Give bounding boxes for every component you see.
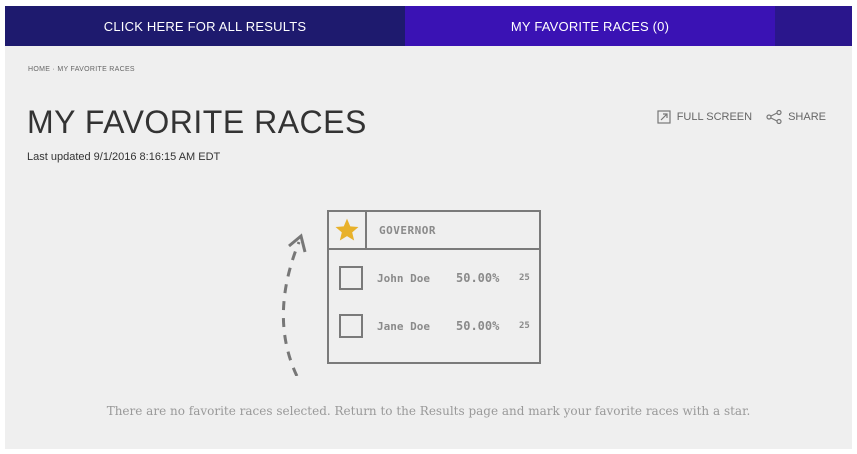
share-icon xyxy=(766,110,782,124)
candidate-row: Jane Doe 50.00% 25 xyxy=(339,313,535,339)
empty-state-message: There are no favorite races selected. Re… xyxy=(106,404,751,418)
star-icon xyxy=(335,218,359,241)
dashed-arrow-icon xyxy=(281,233,307,392)
share-button[interactable]: SHARE xyxy=(766,110,826,124)
last-updated: Last updated 9/1/2016 8:16:15 AM EDT xyxy=(27,151,221,163)
favorite-star-cell xyxy=(329,212,367,248)
top-navigation: CLICK HERE FOR ALL RESULTS MY FAVORITE R… xyxy=(5,6,852,46)
candidate-name: John Doe xyxy=(377,271,430,285)
fullscreen-icon xyxy=(657,110,671,124)
candidate-votes: 25 xyxy=(519,273,530,283)
candidate-percent: 50.00% xyxy=(456,271,500,285)
nav-filler xyxy=(775,6,852,46)
favorite-races-tab[interactable]: MY FAVORITE RACES (0) xyxy=(405,6,775,46)
candidate-percent: 50.00% xyxy=(456,319,500,333)
all-results-button[interactable]: CLICK HERE FOR ALL RESULTS xyxy=(5,6,405,46)
race-card-header: GOVERNOR xyxy=(329,212,539,250)
breadcrumb[interactable]: HOME · MY FAVORITE RACES xyxy=(28,66,135,73)
share-label: SHARE xyxy=(788,111,826,123)
candidate-checkbox xyxy=(339,314,363,338)
race-name: GOVERNOR xyxy=(379,224,436,237)
example-race-card: GOVERNOR John Doe 50.00% 25 Jane Doe 50.… xyxy=(327,210,541,364)
fullscreen-button[interactable]: FULL SCREEN xyxy=(657,110,752,124)
page-container: CLICK HERE FOR ALL RESULTS MY FAVORITE R… xyxy=(5,6,852,449)
candidate-row: John Doe 50.00% 25 xyxy=(339,265,535,291)
fullscreen-label: FULL SCREEN xyxy=(676,111,753,123)
page-title: MY FAVORITE RACES xyxy=(27,104,367,140)
candidate-name: Jane Doe xyxy=(377,319,430,333)
candidate-votes: 25 xyxy=(519,321,530,331)
candidate-checkbox xyxy=(339,266,363,290)
page-actions: FULL SCREEN SHARE xyxy=(657,110,826,124)
